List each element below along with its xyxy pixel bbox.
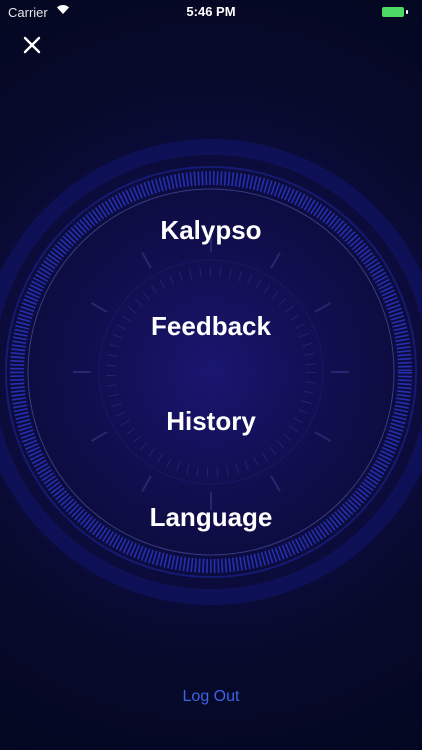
menu-item-kalypso[interactable]: Kalypso	[0, 215, 422, 246]
menu-item-history[interactable]: History	[0, 406, 422, 437]
close-button[interactable]	[18, 31, 46, 59]
menu-item-feedback[interactable]: Feedback	[0, 311, 422, 342]
dial-inner-ticks	[106, 267, 316, 477]
status-bar: Carrier 5:46 PM	[0, 0, 422, 24]
menu-item-language[interactable]: Language	[0, 502, 422, 533]
dial-spoke	[270, 251, 281, 269]
dial-core-ring	[98, 259, 324, 485]
close-icon	[23, 36, 41, 54]
battery-tip	[406, 10, 408, 14]
battery-icon	[382, 7, 404, 17]
dial-spoke	[141, 251, 152, 269]
dial-spoke	[270, 475, 281, 493]
clock: 5:46 PM	[186, 4, 236, 19]
dial-graphic	[0, 139, 422, 605]
logout-link[interactable]: Log Out	[0, 688, 422, 706]
dial-spoke	[141, 475, 152, 493]
dial-spokes	[73, 234, 349, 510]
